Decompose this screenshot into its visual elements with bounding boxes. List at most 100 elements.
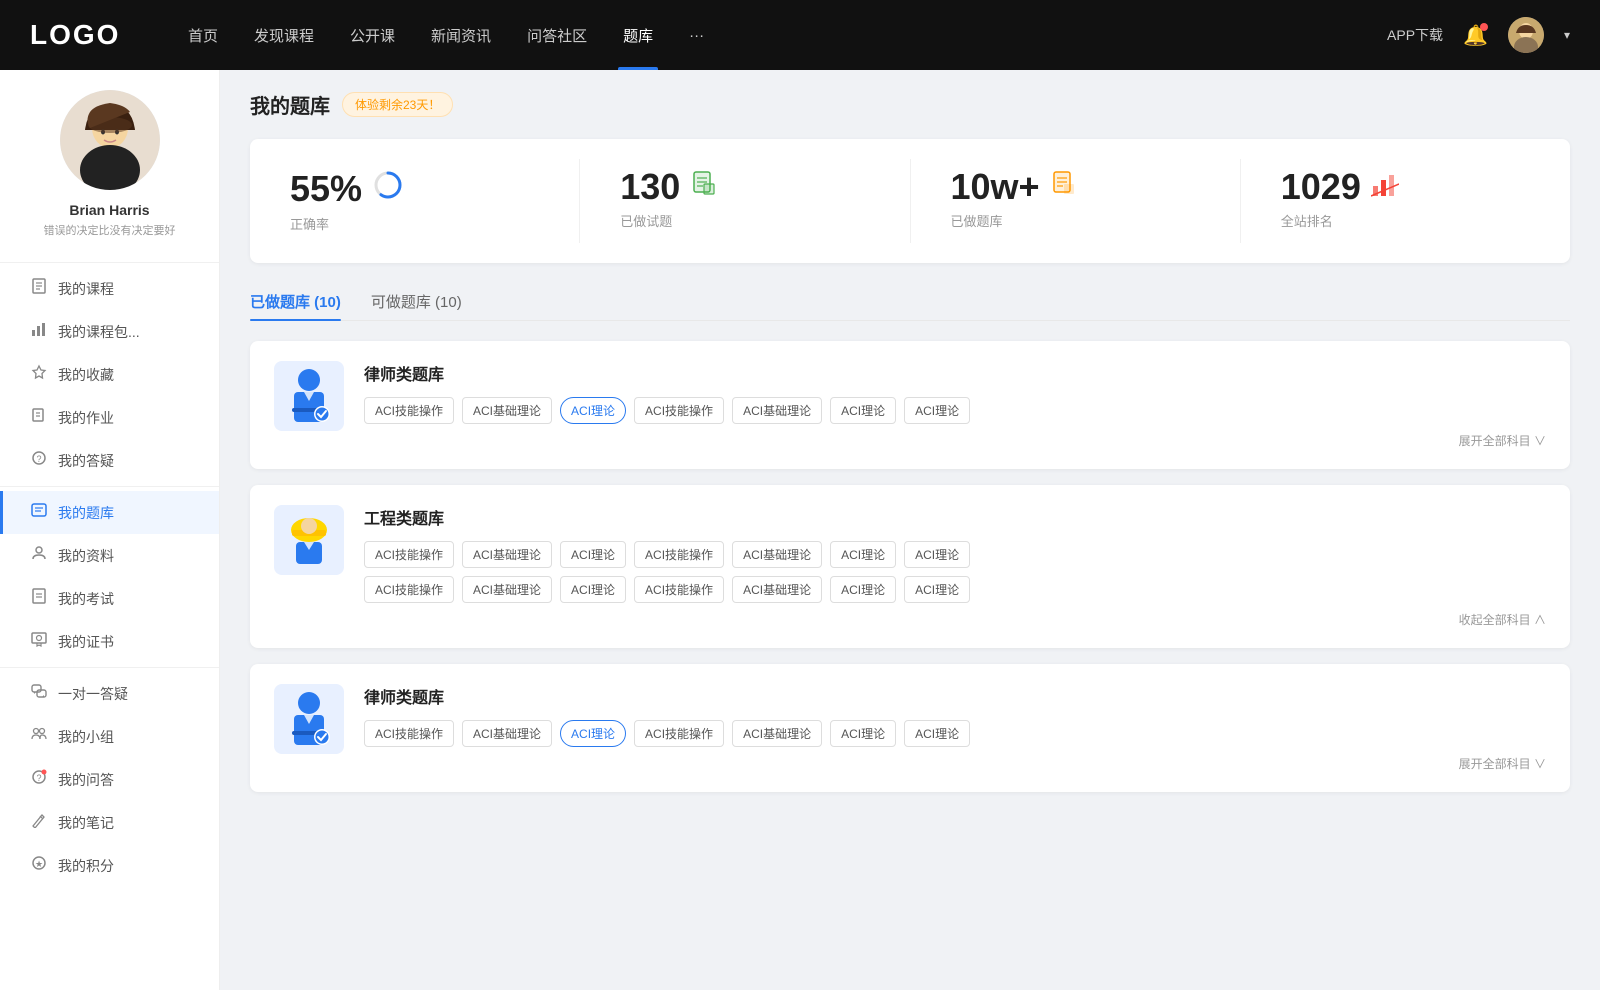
tag-2-0-6[interactable]: ACI理论 <box>904 720 970 747</box>
tag-1-1-4[interactable]: ACI基础理论 <box>732 576 822 603</box>
stat-icon-0 <box>372 169 404 208</box>
avatar-chevron-icon[interactable]: ▾ <box>1564 28 1570 42</box>
app-download-link[interactable]: APP下载 <box>1387 25 1443 45</box>
stat-number-0: 55% <box>290 171 362 207</box>
qbank-header-2: 律师类题库 ACI技能操作ACI基础理论ACI理论ACI技能操作ACI基础理论A… <box>274 684 1546 772</box>
tag-2-0-0[interactable]: ACI技能操作 <box>364 720 454 747</box>
stat-item-3: 1029 全站排名 <box>1241 159 1570 243</box>
tag-0-0-1[interactable]: ACI基础理论 <box>462 397 552 424</box>
tab-1[interactable]: 可做题库 (10) <box>371 283 462 320</box>
sidebar-item-icon-9 <box>30 683 48 704</box>
tag-2-0-3[interactable]: ACI技能操作 <box>634 720 724 747</box>
tag-2-0-5[interactable]: ACI理论 <box>830 720 896 747</box>
tag-1-0-6[interactable]: ACI理论 <box>904 541 970 568</box>
sidebar-item-我的资料[interactable]: 我的资料 <box>0 534 219 577</box>
sidebar-item-我的题库[interactable]: 我的题库 <box>0 491 219 534</box>
sidebar-item-我的答疑[interactable]: ?我的答疑 <box>0 439 219 482</box>
sidebar-item-我的课程包...[interactable]: 我的课程包... <box>0 310 219 353</box>
sidebar-item-我的收藏[interactable]: 我的收藏 <box>0 353 219 396</box>
tag-0-0-4[interactable]: ACI基础理论 <box>732 397 822 424</box>
tag-0-0-6[interactable]: ACI理论 <box>904 397 970 424</box>
stat-item-2: 10w+ 已做题库 <box>911 159 1241 243</box>
stat-top-0: 55% <box>290 169 404 208</box>
sidebar-item-label-11: 我的问答 <box>58 770 114 790</box>
avatar-svg <box>1508 17 1544 53</box>
nav-link-公开课[interactable]: 公开课 <box>332 0 413 70</box>
lawyer-svg <box>284 366 334 426</box>
sidebar-item-icon-7 <box>30 588 48 609</box>
qbank-body-1: 工程类题库 ACI技能操作ACI基础理论ACI理论ACI技能操作ACI基础理论A… <box>364 505 1546 628</box>
nav-link-···[interactable]: ··· <box>671 0 722 70</box>
sidebar-menu: 我的课程我的课程包...我的收藏我的作业 ?我的答疑我的题库我的资料我的考试我的证… <box>0 267 219 887</box>
stat-number-2: 10w+ <box>951 169 1040 205</box>
qbank-avatar-1 <box>274 505 344 575</box>
stat-label-3: 全站排名 <box>1281 211 1333 230</box>
nav-link-新闻资讯[interactable]: 新闻资讯 <box>413 0 509 70</box>
sidebar-item-我的笔记[interactable]: 我的笔记 <box>0 801 219 844</box>
tag-1-1-1[interactable]: ACI基础理论 <box>462 576 552 603</box>
qbank-expand-0[interactable]: 展开全部科目 ∨ <box>364 432 1546 449</box>
trial-badge: 体验剩余23天！ <box>342 92 453 117</box>
sidebar-item-我的小组[interactable]: 我的小组 <box>0 715 219 758</box>
sidebar-item-我的考试[interactable]: 我的考试 <box>0 577 219 620</box>
tag-1-0-0[interactable]: ACI技能操作 <box>364 541 454 568</box>
stat-label-1: 已做试题 <box>620 211 672 230</box>
stat-item-1: 130 已做试题 <box>580 159 910 243</box>
tag-0-0-5[interactable]: ACI理论 <box>830 397 896 424</box>
notification-bell[interactable]: 🔔 <box>1463 23 1488 48</box>
sidebar-avatar-svg <box>60 90 160 190</box>
stats-row: 55% 正确率 130 已做试题 10w+ 已做题库 1029 全站排名 <box>250 139 1570 263</box>
tag-1-0-2[interactable]: ACI理论 <box>560 541 626 568</box>
sidebar-item-label-3: 我的作业 <box>58 408 114 428</box>
sidebar-item-我的问答[interactable]: ?我的问答 <box>0 758 219 801</box>
tag-2-0-4[interactable]: ACI基础理论 <box>732 720 822 747</box>
logo[interactable]: LOGO <box>30 19 130 51</box>
sidebar-divider-5 <box>0 486 219 487</box>
sidebar-item-我的积分[interactable]: ★我的积分 <box>0 844 219 887</box>
tag-1-0-5[interactable]: ACI理论 <box>830 541 896 568</box>
nav-link-题库[interactable]: 题库 <box>605 0 671 70</box>
main-layout: Brian Harris 错误的决定比没有决定要好 我的课程我的课程包...我的… <box>0 70 1600 990</box>
sidebar-item-icon-3 <box>30 407 48 428</box>
tag-2-0-1[interactable]: ACI基础理论 <box>462 720 552 747</box>
sidebar-avatar <box>60 90 160 190</box>
tag-1-0-3[interactable]: ACI技能操作 <box>634 541 724 568</box>
stat-icon-3 <box>1371 170 1399 205</box>
tag-1-1-2[interactable]: ACI理论 <box>560 576 626 603</box>
stat-icon-2 <box>1050 170 1078 205</box>
tabs: 已做题库 (10) 可做题库 (10) <box>250 283 1570 321</box>
tag-0-0-2[interactable]: ACI理论 <box>560 397 626 424</box>
stat-number-3: 1029 <box>1281 169 1361 205</box>
tag-1-1-0[interactable]: ACI技能操作 <box>364 576 454 603</box>
tab-0[interactable]: 已做题库 (10) <box>250 283 341 320</box>
qbank-expand-2[interactable]: 展开全部科目 ∨ <box>364 755 1546 772</box>
nav-link-问答社区[interactable]: 问答社区 <box>509 0 605 70</box>
qbank-expand-1[interactable]: 收起全部科目 ∧ <box>364 611 1546 628</box>
tag-0-0-0[interactable]: ACI技能操作 <box>364 397 454 424</box>
tag-1-1-3[interactable]: ACI技能操作 <box>634 576 724 603</box>
qbank-body-2: 律师类题库 ACI技能操作ACI基础理论ACI理论ACI技能操作ACI基础理论A… <box>364 684 1546 772</box>
sidebar-divider-top <box>0 262 219 263</box>
stat-top-1: 130 <box>620 169 718 205</box>
tag-2-0-2[interactable]: ACI理论 <box>560 720 626 747</box>
notification-dot <box>1480 23 1488 31</box>
nav-link-首页[interactable]: 首页 <box>170 0 236 70</box>
sidebar-item-我的课程[interactable]: 我的课程 <box>0 267 219 310</box>
sidebar-item-icon-1 <box>30 321 48 342</box>
tag-1-0-4[interactable]: ACI基础理论 <box>732 541 822 568</box>
sidebar-divider-9 <box>0 667 219 668</box>
top-navigation: LOGO 首页发现课程公开课新闻资讯问答社区题库··· APP下载 🔔 ▾ <box>0 0 1600 70</box>
tag-1-1-5[interactable]: ACI理论 <box>830 576 896 603</box>
sidebar-item-icon-8 <box>30 631 48 652</box>
user-avatar[interactable] <box>1508 17 1544 53</box>
nav-link-发现课程[interactable]: 发现课程 <box>236 0 332 70</box>
sidebar-item-我的作业[interactable]: 我的作业 <box>0 396 219 439</box>
sidebar-item-一对一答疑[interactable]: 一对一答疑 <box>0 672 219 715</box>
svg-text:★: ★ <box>35 859 43 869</box>
tag-1-1-6[interactable]: ACI理论 <box>904 576 970 603</box>
tag-0-0-3[interactable]: ACI技能操作 <box>634 397 724 424</box>
sidebar-item-我的证书[interactable]: 我的证书 <box>0 620 219 663</box>
sidebar-item-icon-0 <box>30 278 48 299</box>
tag-1-0-1[interactable]: ACI基础理论 <box>462 541 552 568</box>
page-title: 我的题库 <box>250 90 330 119</box>
